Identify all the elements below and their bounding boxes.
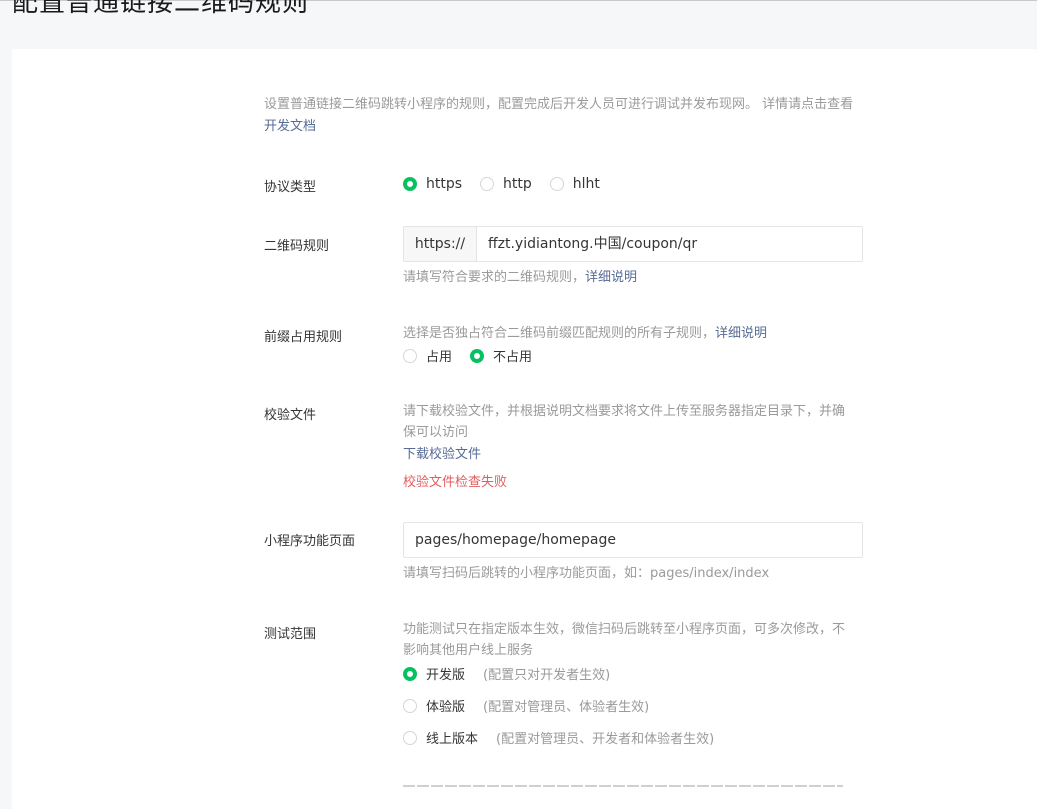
test-scope-hint: 功能测试只在指定版本生效，微信扫码后跳转至小程序页面，可多次修改，不影响其他用户… xyxy=(403,622,846,658)
qr-rule-detail-link[interactable]: 详细说明 xyxy=(585,270,637,285)
intro-description: 设置普通链接二维码跳转小程序的规则，配置完成后开发人员可进行调试并发布现网。 详… xyxy=(264,97,854,112)
test-scope-option-note: (配置对管理员、开发者和体验者生效) xyxy=(496,732,715,747)
test-scope-option-release[interactable]: 线上版本 (配置对管理员、开发者和体验者生效) xyxy=(403,728,714,747)
radio-unchecked-icon[interactable] xyxy=(403,348,417,363)
protocol-option-http[interactable]: http xyxy=(480,176,532,192)
mini-page-hint: 请填写扫码后跳转的小程序功能页面，如：pages/index/index xyxy=(403,566,770,581)
radio-unchecked-icon[interactable] xyxy=(403,698,417,713)
prefix-rule-detail-link[interactable]: 详细说明 xyxy=(715,326,767,341)
radio-checked-icon[interactable] xyxy=(403,177,417,191)
mini-page-label: 小程序功能页面 xyxy=(264,534,356,549)
radio-checked-icon[interactable] xyxy=(470,348,485,363)
truncated-text-line xyxy=(403,785,843,787)
radio-checked-icon[interactable] xyxy=(403,666,417,681)
prefix-option-not-occupy[interactable]: 不占用 xyxy=(470,346,532,365)
prefix-option-occupy[interactable]: 占用 xyxy=(403,346,452,365)
prefix-rule-radio-group: 占用 不占用 xyxy=(403,346,550,365)
test-scope-option-label: 线上版本 xyxy=(426,732,479,747)
page-title: 配置普通链接二维码规则 xyxy=(12,0,310,18)
protocol-option-label: https xyxy=(426,176,463,192)
test-scope-option-dev[interactable]: 开发版 (配置只对开发者生效) xyxy=(403,664,610,683)
qr-rule-input[interactable]: ffzt.yidiantong.中国/coupon/qr xyxy=(477,227,862,261)
verify-file-label: 校验文件 xyxy=(264,408,317,423)
verify-file-error: 校验文件检查失败 xyxy=(403,475,508,490)
test-scope-option-note: (配置只对开发者生效) xyxy=(483,668,611,683)
test-scope-label: 测试范围 xyxy=(264,627,317,642)
prefix-rule-label: 前缀占用规则 xyxy=(264,330,343,345)
intro-text: 设置普通链接二维码跳转小程序的规则，配置完成后开发人员可进行调试并发布现网。 详… xyxy=(264,94,864,138)
prefix-option-label: 不占用 xyxy=(493,350,533,365)
prefix-rule-hint-text: 选择是否独占符合二维码前缀匹配规则的所有子规则， xyxy=(403,326,716,341)
test-scope-option-label: 开发版 xyxy=(426,668,466,683)
protocol-label: 协议类型 xyxy=(264,180,317,195)
prefix-option-label: 占用 xyxy=(426,350,453,365)
qr-rule-hint: 请填写符合要求的二维码规则，详细说明 xyxy=(403,267,863,288)
protocol-option-hlht[interactable]: hlht xyxy=(549,176,600,192)
qr-rule-prefix: https:// xyxy=(404,227,477,261)
radio-unchecked-icon[interactable] xyxy=(480,177,495,191)
qr-rule-input-group: https:// ffzt.yidiantong.中国/coupon/qr xyxy=(403,226,863,262)
truncated-hint-text xyxy=(403,784,843,788)
download-verify-file-link[interactable]: 下载校验文件 xyxy=(403,447,481,462)
dev-docs-link[interactable]: 开发文档 xyxy=(264,119,316,134)
protocol-option-label: http xyxy=(503,176,532,192)
verify-file-hint: 请下载校验文件，并根据说明文档要求将文件上传至服务器指定目录下，并确保可以访问 xyxy=(403,404,846,440)
protocol-option-https[interactable]: https xyxy=(403,176,462,192)
prefix-rule-hint: 选择是否独占符合二维码前缀匹配规则的所有子规则，详细说明 xyxy=(403,323,863,344)
verify-file-link-row: 下载校验文件 xyxy=(403,444,863,465)
mini-page-input[interactable]: pages/homepage/homepage xyxy=(403,522,863,558)
test-scope-option-label: 体验版 xyxy=(426,700,466,715)
radio-unchecked-icon[interactable] xyxy=(403,730,417,745)
protocol-option-label: hlht xyxy=(572,176,600,192)
test-scope-option-trial[interactable]: 体验版 (配置对管理员、体验者生效) xyxy=(403,696,649,715)
protocol-radio-group: https http hlht xyxy=(403,176,618,192)
test-scope-option-note: (配置对管理员、体验者生效) xyxy=(483,700,650,715)
qr-rule-hint-text: 请填写符合要求的二维码规则， xyxy=(403,270,586,285)
qr-rule-label: 二维码规则 xyxy=(264,239,330,254)
radio-unchecked-icon[interactable] xyxy=(549,177,564,191)
